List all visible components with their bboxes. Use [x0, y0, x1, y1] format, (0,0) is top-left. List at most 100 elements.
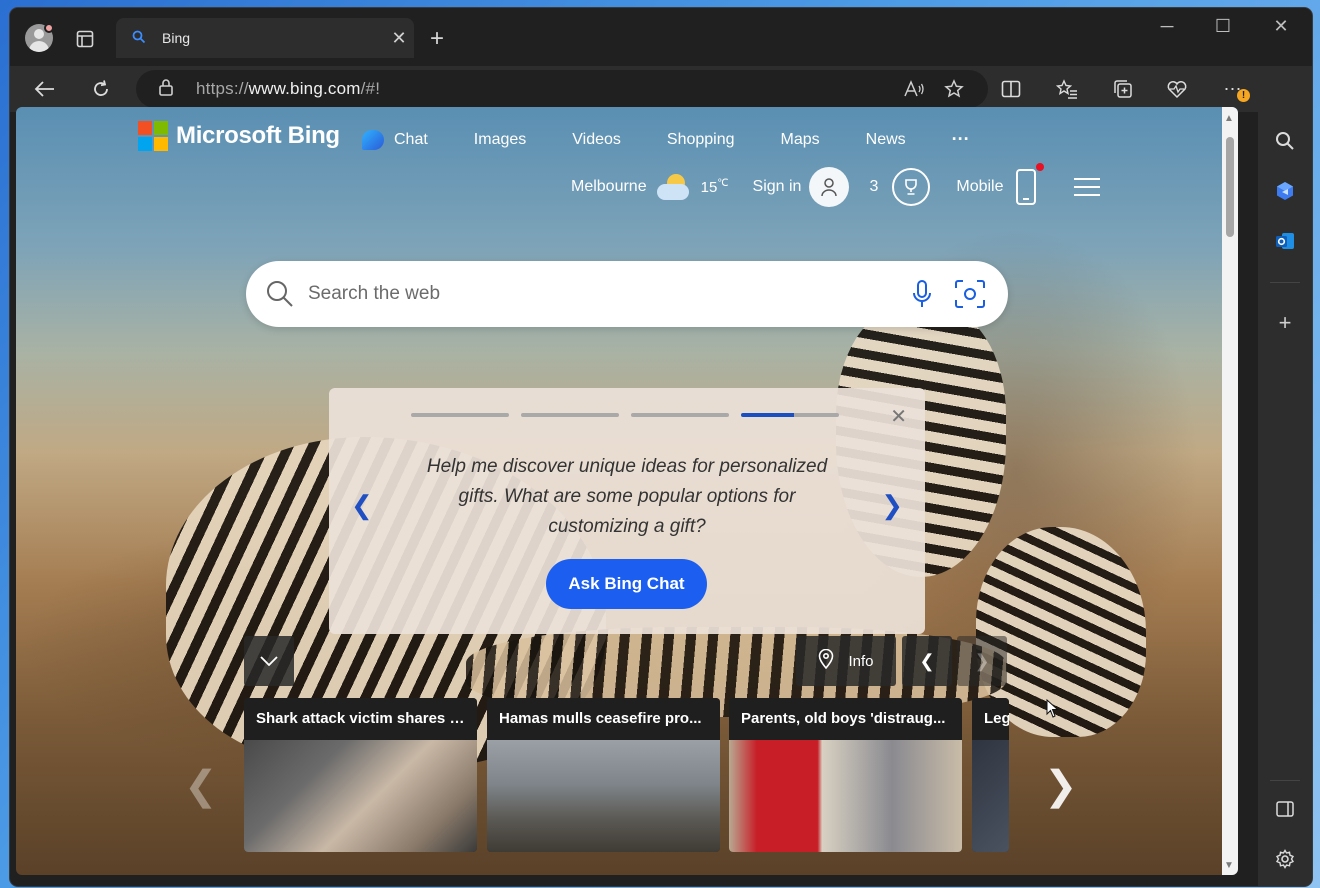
profile-button[interactable] — [22, 21, 56, 55]
minimize-button[interactable]: ─ — [1144, 16, 1190, 37]
url-text[interactable]: https://www.bing.com/#! — [196, 79, 894, 99]
bing-user-row: Melbourne 15℃ Sign in 3 Mobile — [571, 163, 1100, 207]
news-next-chevron-icon[interactable]: ❯ — [1044, 763, 1078, 809]
search-input[interactable]: Search the web — [308, 283, 900, 305]
navigation-bar: https://www.bing.com/#! ⋯ ! — [10, 66, 1312, 112]
back-button[interactable] — [28, 72, 62, 106]
news-prev-chevron-icon[interactable]: ❮ — [184, 763, 218, 809]
tab-bar: Bing ✕ + ─ ☐ ✕ — [10, 8, 1312, 66]
favorite-star-icon[interactable] — [934, 79, 974, 99]
search-icon — [266, 280, 296, 308]
edge-sidebar: + — [1258, 66, 1312, 886]
rewards-trophy-icon[interactable] — [892, 168, 931, 206]
tab-title: Bing — [162, 30, 191, 46]
chat-icon — [362, 129, 384, 150]
next-image-button[interactable]: ❯ — [957, 636, 1007, 686]
favorites-button[interactable] — [1050, 72, 1084, 106]
hamburger-menu-icon[interactable] — [1073, 178, 1100, 196]
previous-image-button[interactable]: ❮ — [902, 636, 952, 686]
scrollbar-thumb[interactable] — [1226, 137, 1234, 237]
chevron-right-icon: ❯ — [974, 650, 990, 671]
tab-actions-icon[interactable] — [72, 26, 98, 52]
info-label: Info — [848, 652, 874, 670]
visual-search-camera-icon[interactable] — [944, 279, 996, 309]
browser-essentials-button[interactable] — [1160, 72, 1194, 106]
scroll-down-icon[interactable]: ▼ — [1224, 860, 1234, 871]
mobile-phone-icon[interactable] — [1015, 163, 1044, 205]
browser-window: Bing ✕ + ─ ☐ ✕ https://www.bing.com/#! ⋯… — [10, 8, 1312, 886]
prompt-progress — [411, 413, 839, 417]
collections-button[interactable] — [1106, 72, 1140, 106]
sidebar-settings-gear-icon[interactable] — [1272, 846, 1298, 872]
scroll-up-icon[interactable]: ▲ — [1224, 113, 1234, 124]
news-card-title: Hamas mulls ceasefire pro... — [487, 698, 720, 740]
collapse-feed-button[interactable] — [244, 636, 294, 686]
sidebar-outlook-icon[interactable] — [1272, 228, 1298, 254]
prompt-prev-chevron-icon[interactable]: ❮ — [351, 490, 373, 521]
nav-maps[interactable]: Maps — [781, 131, 820, 149]
address-bar[interactable]: https://www.bing.com/#! — [136, 70, 988, 108]
close-window-button[interactable]: ✕ — [1258, 16, 1304, 37]
weather-city[interactable]: Melbourne — [571, 178, 647, 196]
prompt-next-chevron-icon[interactable]: ❯ — [881, 490, 903, 521]
sidebar-search-icon[interactable] — [1272, 128, 1298, 154]
refresh-button[interactable] — [84, 72, 118, 106]
image-info-button[interactable]: Info — [796, 636, 896, 686]
split-screen-button[interactable] — [994, 72, 1028, 106]
progress-segment — [521, 413, 619, 417]
rewards-count[interactable]: 3 — [869, 178, 878, 196]
nav-more[interactable]: ··· — [952, 129, 970, 150]
progress-segment — [631, 413, 729, 417]
news-card-image — [729, 740, 962, 852]
tab-bing[interactable]: Bing ✕ — [116, 18, 414, 58]
prompt-text: Help me discover unique ideas for person… — [426, 456, 828, 537]
nav-videos[interactable]: Videos — [572, 131, 621, 149]
bing-chat-prompt-card: ✕ ❮ Help me discover unique ideas for pe… — [329, 388, 925, 634]
news-card[interactable]: Hamas mulls ceasefire pro... — [487, 698, 720, 852]
news-card[interactable]: Shark attack victim shares '... — [244, 698, 477, 852]
location-pin-icon — [818, 648, 834, 674]
nav-images[interactable]: Images — [474, 131, 526, 149]
ask-bing-chat-button[interactable]: Ask Bing Chat — [546, 559, 707, 609]
user-avatar-icon[interactable] — [809, 167, 850, 207]
progress-segment-active — [741, 413, 839, 417]
news-card-title: Parents, old boys 'distraug... — [729, 698, 962, 740]
sidebar-divider — [1270, 282, 1300, 283]
voice-search-mic-icon[interactable] — [900, 279, 944, 309]
news-card[interactable]: Leg — [972, 698, 1009, 852]
search-box[interactable]: Search the web — [246, 261, 1008, 327]
news-card-title: Leg — [972, 698, 1009, 740]
nav-shopping[interactable]: Shopping — [667, 131, 735, 149]
nav-news[interactable]: News — [866, 131, 906, 149]
weather-temperature[interactable]: 15℃ — [701, 178, 729, 196]
news-card[interactable]: Parents, old boys 'distraug... — [729, 698, 962, 852]
bing-search-favicon-icon — [132, 30, 150, 47]
nav-chat[interactable]: Chat — [362, 129, 428, 150]
maximize-button[interactable]: ☐ — [1200, 16, 1246, 37]
progress-segment — [411, 413, 509, 417]
profile-notification-dot — [44, 23, 54, 33]
sidebar-shopping-icon[interactable] — [1272, 178, 1298, 204]
card-close-icon[interactable]: ✕ — [890, 404, 907, 429]
weather-cloud-sun-icon[interactable] — [656, 172, 691, 202]
tab-close-icon[interactable]: ✕ — [384, 28, 414, 49]
read-aloud-icon[interactable] — [894, 80, 934, 98]
page-scrollbar[interactable]: ▲ ▼ — [1222, 107, 1238, 875]
chevron-left-icon: ❮ — [919, 650, 935, 671]
microsoft-bing-logo[interactable]: Microsoft Bing — [138, 121, 340, 151]
nav-chat-label: Chat — [394, 130, 428, 148]
mobile-notification-dot — [1035, 163, 1044, 171]
sign-in-link[interactable]: Sign in — [753, 178, 802, 196]
mouse-cursor-icon — [1046, 699, 1059, 718]
news-card-image — [487, 740, 720, 852]
sidebar-add-icon[interactable]: + — [1272, 310, 1298, 336]
mobile-link[interactable]: Mobile — [956, 178, 1003, 196]
hide-sidebar-icon[interactable] — [1272, 796, 1298, 822]
new-tab-button[interactable]: + — [424, 25, 450, 52]
news-card-image — [244, 740, 477, 852]
bing-page: Microsoft Bing Chat Images Videos Shoppi… — [16, 107, 1238, 875]
settings-more-button[interactable]: ⋯ ! — [1216, 72, 1250, 106]
lock-icon[interactable] — [158, 78, 178, 101]
news-card-image — [972, 740, 1009, 852]
warning-badge-icon: ! — [1237, 89, 1250, 102]
